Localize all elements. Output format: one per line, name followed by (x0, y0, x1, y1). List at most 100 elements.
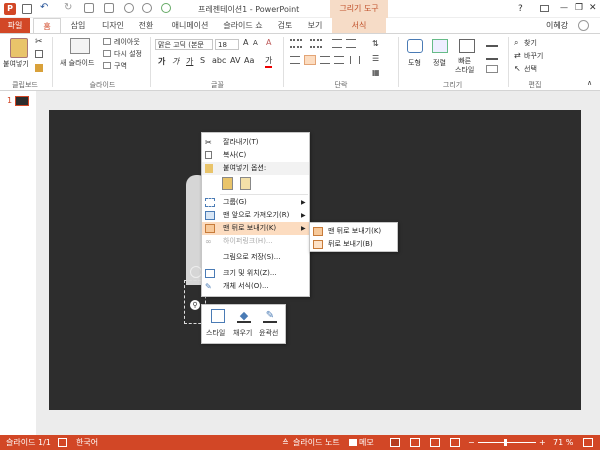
menu-item-format-object[interactable]: ✎ 개체 서식(O)... (202, 280, 309, 293)
section-button[interactable]: 구역 (114, 61, 127, 71)
tab-review[interactable]: 검토 (270, 18, 300, 33)
normal-view-icon[interactable] (390, 438, 400, 447)
arrange-button[interactable]: 정렬 (433, 58, 446, 68)
menu-item-cut[interactable]: ✂ 잘라내기(T) (202, 136, 309, 149)
quick-access-icon[interactable] (84, 3, 94, 13)
align-center-icon[interactable] (304, 55, 316, 65)
text-direction-icon[interactable]: ⇅ (372, 39, 379, 48)
smartart-icon[interactable]: ▦ (372, 68, 380, 77)
indent-decrease-icon[interactable] (332, 39, 342, 48)
menu-item-copy[interactable]: 복사(C) (202, 149, 309, 162)
shadow-icon[interactable]: S (200, 56, 205, 65)
restore-button[interactable]: ❐ (575, 3, 583, 13)
redo-icon[interactable]: ↻ (64, 2, 72, 13)
zoom-in-button[interactable]: + (539, 435, 546, 450)
underline-icon[interactable]: 가 (186, 56, 193, 67)
quick-analysis-icon[interactable]: ⚲ (190, 300, 200, 310)
help-button[interactable]: ? (518, 4, 523, 14)
quick-styles-icon[interactable] (459, 39, 475, 53)
paste-option-use-destination-icon[interactable] (222, 177, 233, 190)
menu-item-group[interactable]: 그룹(G) ▶ (202, 196, 309, 209)
bullets-icon[interactable] (290, 39, 302, 48)
menu-item-size-position[interactable]: 크기 및 위치(Z)... (202, 267, 309, 280)
bold-icon[interactable]: 가 (158, 56, 165, 67)
tab-home[interactable]: 홈 (33, 18, 61, 34)
spacing-icon[interactable]: AV (230, 56, 240, 65)
zoom-level[interactable]: 71 % (553, 435, 573, 450)
reading-view-icon[interactable] (430, 438, 440, 447)
quick-access-icon[interactable] (104, 3, 114, 13)
font-name-select[interactable]: 맑은 고딕 (본문 (155, 39, 213, 50)
style-button[interactable]: 스타일 (206, 328, 225, 338)
tab-format[interactable]: 서식 (332, 18, 386, 33)
zoom-slider[interactable] (478, 442, 536, 443)
new-slide-button[interactable]: 새 슬라이드 (60, 58, 94, 68)
submenu-item-send-to-back[interactable]: 맨 뒤로 보내기(K) (310, 225, 397, 238)
slide-thumbnail[interactable] (15, 96, 29, 106)
justify-icon[interactable] (334, 56, 344, 64)
clear-format-icon[interactable]: A (266, 38, 271, 47)
zoom-out-button[interactable]: − (468, 435, 475, 450)
shape-fill-icon[interactable] (486, 39, 498, 47)
collapse-ribbon-icon[interactable]: ∧ (587, 79, 592, 87)
columns-icon[interactable] (350, 56, 360, 64)
slide-sorter-view-icon[interactable] (410, 438, 420, 447)
align-text-icon[interactable]: ☰ (372, 54, 379, 63)
copy-icon[interactable] (35, 50, 43, 58)
quick-access-icon[interactable] (142, 3, 152, 13)
shape-effects-icon[interactable] (486, 65, 498, 73)
slideshow-view-icon[interactable] (450, 438, 460, 447)
menu-item-bring-to-front[interactable]: 맨 앞으로 가져오기(R) ▶ (202, 209, 309, 222)
comments-icon[interactable] (349, 439, 357, 446)
tab-design[interactable]: 디자인 (96, 18, 130, 33)
select-button[interactable]: 선택 (524, 64, 537, 74)
menu-item-send-to-back[interactable]: 맨 뒤로 보내기(K) ▶ (202, 222, 309, 235)
save-icon[interactable] (22, 4, 32, 14)
align-left-icon[interactable] (290, 56, 300, 64)
change-case-icon[interactable]: Aa (244, 56, 254, 65)
fill-button[interactable]: 채우기 (233, 328, 252, 338)
font-color-icon[interactable]: 가 (265, 55, 273, 68)
shrink-font-icon[interactable]: A (253, 39, 258, 47)
strikethrough-icon[interactable]: abc (212, 56, 226, 65)
minimize-button[interactable]: — (560, 3, 568, 12)
grow-font-icon[interactable]: A (243, 38, 248, 47)
ribbon-display-button[interactable] (540, 5, 549, 12)
tab-transitions[interactable]: 전환 (132, 18, 160, 33)
zoom-slider-thumb[interactable] (504, 439, 507, 446)
fill-icon[interactable]: ◆ (237, 309, 251, 323)
undo-icon[interactable]: ↶ (40, 2, 48, 13)
shapes-icon[interactable] (407, 39, 423, 53)
tab-file[interactable]: 파일 (0, 18, 30, 33)
font-size-select[interactable]: 18 (215, 39, 239, 50)
tab-view[interactable]: 보기 (302, 18, 328, 33)
comments-button[interactable]: 메모 (359, 435, 374, 450)
italic-icon[interactable]: 가 (172, 56, 179, 67)
user-avatar[interactable] (578, 20, 589, 31)
reset-button[interactable]: 다시 설정 (114, 49, 142, 59)
tab-insert[interactable]: 삽입 (64, 18, 92, 33)
layout-button[interactable]: 레이아웃 (114, 37, 140, 47)
align-right-icon[interactable] (320, 56, 330, 64)
cut-icon[interactable]: ✂ (35, 37, 43, 47)
fit-to-window-icon[interactable] (583, 438, 593, 447)
numbering-icon[interactable] (310, 39, 322, 48)
menu-item-save-as-picture[interactable]: 그림으로 저장(S)... (202, 251, 309, 264)
user-name[interactable]: 이혜강 (546, 20, 568, 31)
spelling-icon[interactable] (58, 438, 67, 447)
outline-icon[interactable]: ✎ (263, 309, 277, 323)
shapes-button[interactable]: 도형 (408, 58, 421, 68)
find-icon[interactable]: ⌕ (514, 38, 518, 48)
indent-increase-icon[interactable] (346, 39, 356, 48)
replace-button[interactable]: 바꾸기 (524, 51, 543, 61)
notes-icon[interactable]: ≙ (282, 435, 289, 450)
quick-styles-button[interactable]: 빠른 스타일 (455, 57, 474, 75)
arrange-icon[interactable] (432, 39, 448, 53)
new-slide-icon[interactable] (70, 38, 90, 54)
find-button[interactable]: 찾기 (524, 38, 537, 48)
outline-button[interactable]: 윤곽선 (259, 328, 278, 338)
style-icon[interactable] (211, 309, 225, 323)
tab-slideshow[interactable]: 슬라이드 쇼 (218, 18, 268, 33)
quick-access-icon[interactable] (124, 3, 134, 13)
slide-canvas[interactable] (49, 110, 581, 410)
